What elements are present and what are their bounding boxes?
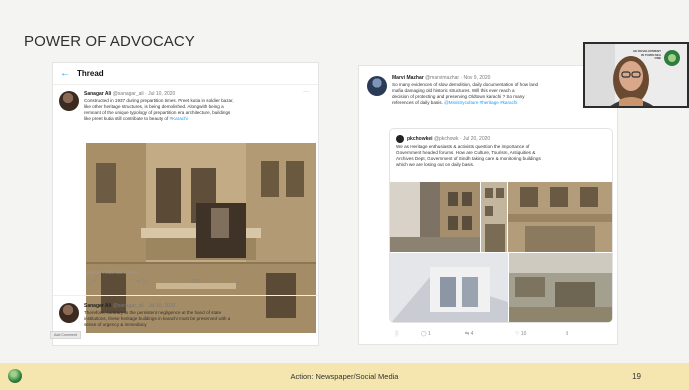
reply-more-options-icon[interactable]: ··· <box>303 301 309 307</box>
reply-action[interactable]: ◯ 4 <box>86 279 136 285</box>
quoted-text: We as Heritage enthusiasts & activists q… <box>396 144 610 168</box>
quoted-photo-grid <box>390 182 613 323</box>
tweet-actions: ░ ◯ 1 ⇆ 4 ♡ 10 ↥ <box>395 331 569 337</box>
presentation-slide: POWER OF ADVOCACY ← Thread Sanagar Ali @… <box>0 0 689 390</box>
grid-photo[interactable] <box>508 182 613 252</box>
grid-photo[interactable] <box>509 253 613 323</box>
footer-caption: Action: Newspaper/Social Media <box>290 372 399 381</box>
retweet-count: 16 <box>141 279 148 285</box>
grid-photo[interactable] <box>390 182 480 252</box>
share-action[interactable]: ↥ <box>236 279 240 285</box>
quoted-tweet[interactable]: pkchowkei @pkchowk · Jul 20, 2020 We as … <box>389 128 613 323</box>
grid-photo[interactable] <box>390 253 508 323</box>
page-number: 19 <box>632 372 641 381</box>
reply-icon: ◯ <box>421 331 427 337</box>
right-tweet-card: Marvi Mazhar @marvimazhar · Nov 9, 2020 … <box>358 65 618 345</box>
divider <box>53 295 318 296</box>
retweet-count: 4 <box>470 331 474 337</box>
webcam-video-feed[interactable]: HE DEVELOPMENT IN TOWN NEA ONE <box>583 42 689 108</box>
tweet-line-text: references of daily basis. <box>392 100 443 105</box>
reply-icon: ◯ <box>86 279 92 285</box>
grid-photo[interactable] <box>481 182 507 252</box>
hashtag-link[interactable]: @Ministryculture #heritage #karachi <box>444 100 517 105</box>
tweet-actions: ◯ 4 ⇆ 16 ♡ 132 ↥ <box>86 279 240 285</box>
left-tweet-card: ← Thread Sanagar Ali @sanagar_ali · Jul … <box>52 62 319 346</box>
reply-avatar[interactable] <box>59 303 79 323</box>
tweet-author[interactable]: Marvi Mazhar @marvimazhar · Nov 9, 2020 <box>392 75 490 81</box>
author-meta: @marvimazhar · Nov 9, 2020 <box>425 75 491 81</box>
analytics-action[interactable]: ░ <box>395 331 421 337</box>
reply-count: 4 <box>93 279 96 285</box>
quoted-author-name[interactable]: pkchowkei <box>407 136 433 142</box>
share-icon: ↥ <box>236 279 241 285</box>
quoted-line: which we are losing out on daily basis. <box>396 162 475 167</box>
share-action[interactable]: ↥ <box>565 331 569 337</box>
tweet-author[interactable]: Sanagar Ali @sanagar_ali · Jul 10, 2020 <box>84 91 175 97</box>
tweet-text: So many evidences of slow demolition, da… <box>392 82 614 106</box>
author-meta: @sanagar_ali · Jul 10, 2020 <box>112 91 176 97</box>
reply-author[interactable]: Sanagar Ali @sanagar_ali · Jul 10, 2020 <box>84 303 175 309</box>
author-name[interactable]: Sanagar Ali <box>84 91 111 97</box>
retweet-icon: ⇆ <box>465 331 470 337</box>
quoted-avatar <box>396 135 404 143</box>
back-arrow-icon[interactable]: ← <box>53 68 77 79</box>
tweet-line: like preet kutia still contribute to bea… <box>84 116 314 122</box>
more-options-icon[interactable]: ··· <box>303 89 309 95</box>
slide-title: POWER OF ADVOCACY <box>24 33 195 50</box>
slide-footer: Action: Newspaper/Social Media 19 <box>0 363 689 390</box>
thread-title: Thread <box>77 69 104 78</box>
side-tag-label[interactable]: Add Comment <box>50 331 81 339</box>
heart-icon: ♡ <box>515 331 520 337</box>
retweet-action[interactable]: ⇆ 16 <box>136 279 186 285</box>
heart-icon: ♡ <box>186 279 191 285</box>
like-action[interactable]: ♡ 10 <box>515 331 565 337</box>
tweet-line: references of daily basis. @Ministrycult… <box>392 100 614 106</box>
retweet-icon: ⇆ <box>136 279 141 285</box>
share-icon: ↥ <box>565 331 570 337</box>
tweet-text: Constructed in 1937 during prepartition … <box>84 98 314 122</box>
reply-text: Therefore, contrary to the persistent ne… <box>84 310 314 328</box>
like-count: 10 <box>520 331 527 337</box>
photo-tag-caption[interactable]: Bakhtiar Thaho and 2 others <box>86 270 139 275</box>
quoted-author[interactable]: pkchowkei @pkchowk · Jul 20, 2020 <box>407 136 490 142</box>
reply-line: sense of urgency & immediacy <box>84 322 147 327</box>
avatar[interactable] <box>367 76 387 96</box>
retweet-action[interactable]: ⇆ 4 <box>465 331 515 337</box>
tweet-line-text: like preet kutia still contribute to bea… <box>84 116 169 121</box>
like-count: 132 <box>191 279 201 285</box>
like-action[interactable]: ♡ 132 <box>186 279 236 285</box>
author-name[interactable]: Marvi Mazhar <box>392 75 424 81</box>
webcam-logo-text: HE DEVELOPMENT IN TOWN NEA ONE <box>633 49 661 61</box>
analytics-icon: ░ <box>395 331 399 337</box>
organization-logo-icon <box>664 50 680 66</box>
reply-count: 1 <box>428 331 431 337</box>
quoted-author-meta: @pkchowk · Jul 20, 2020 <box>433 136 491 142</box>
hashtag-link[interactable]: #Karachi <box>170 116 188 121</box>
avatar[interactable] <box>59 91 79 111</box>
reply-action[interactable]: ◯ 1 <box>421 331 465 337</box>
reply-author-name[interactable]: Sanagar Ali <box>84 303 111 309</box>
reply-author-meta: @sanagar_ali · Jul 10, 2020 <box>112 303 176 309</box>
thread-header: ← Thread <box>53 63 318 85</box>
